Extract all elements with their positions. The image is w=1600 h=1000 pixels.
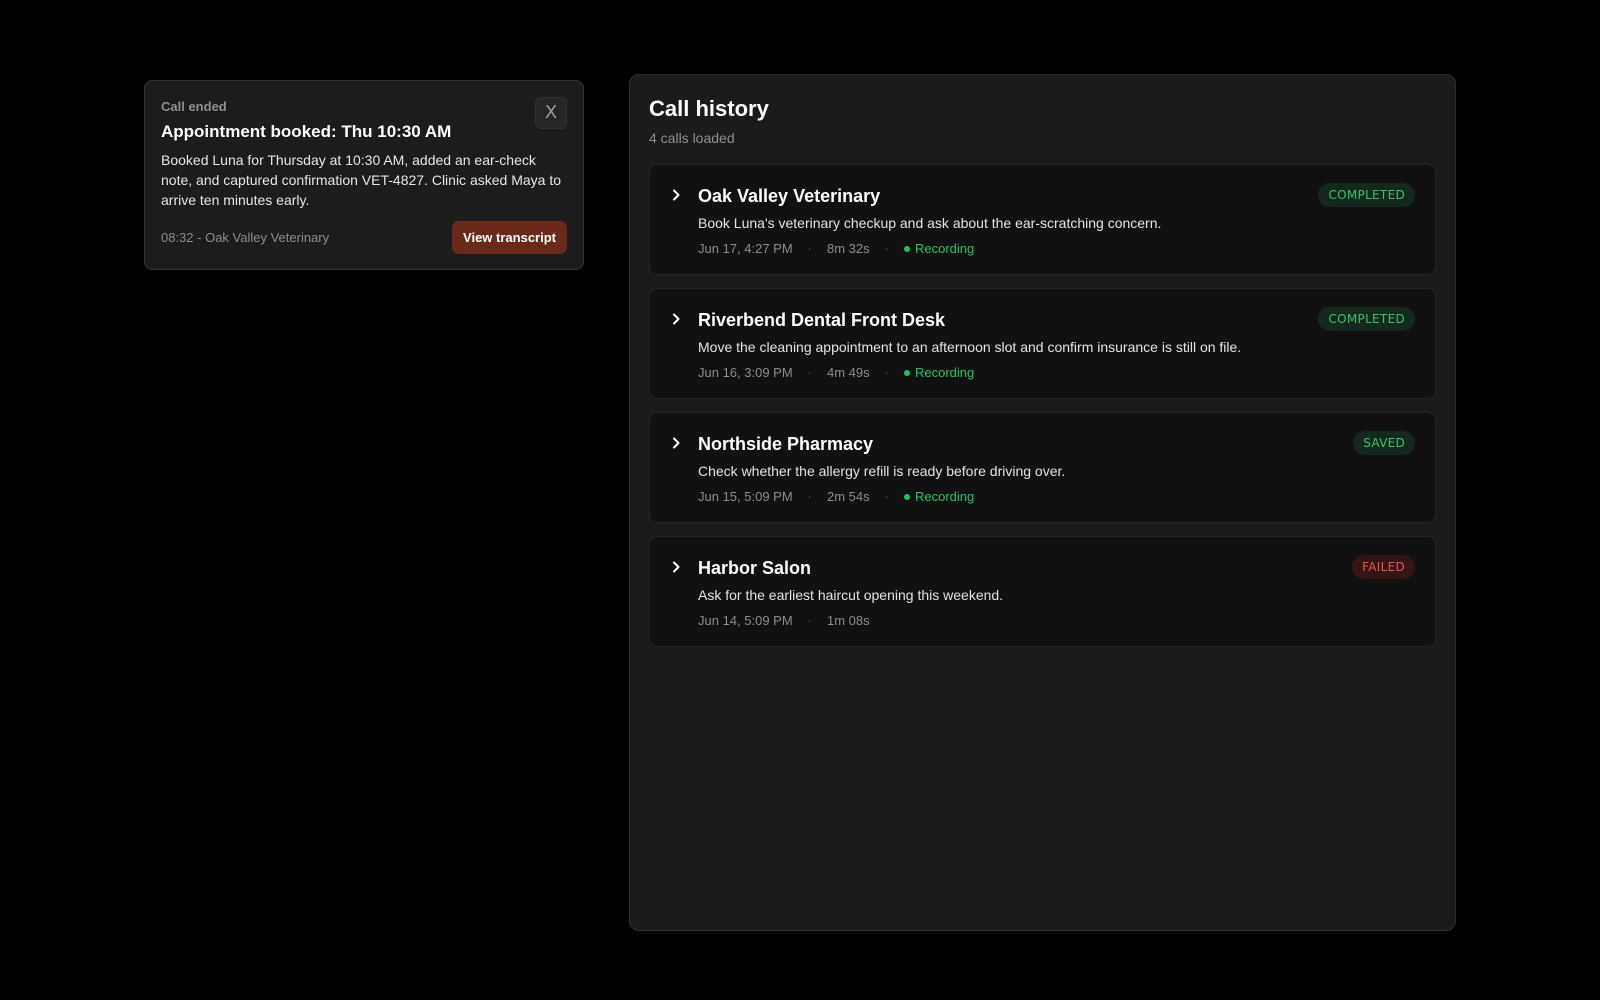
recording-link[interactable]: Recording: [904, 240, 974, 257]
notification-footer: 08:32 - Oak Valley Veterinary View trans…: [161, 221, 567, 254]
call-row-riverbend-dental[interactable]: Riverbend Dental Front Desk Move the cle…: [649, 288, 1436, 399]
call-timestamp: Jun 15, 5:09 PM: [698, 489, 793, 504]
close-icon[interactable]: X: [535, 97, 567, 129]
recording-label: Recording: [915, 365, 975, 380]
call-name: Riverbend Dental Front Desk: [698, 310, 946, 330]
status-badge: FAILED: [1352, 555, 1415, 579]
call-ended-notification: Call ended Appointment booked: Thu 10:30…: [144, 80, 584, 270]
call-name: Oak Valley Veterinary: [698, 186, 881, 206]
call-description: Move the cleaning appointment to an afte…: [698, 339, 1242, 355]
call-meta: Jun 16, 3:09 PM · 4m 49s · Recording: [698, 364, 1415, 381]
notification-title: Appointment booked: Thu 10:30 AM: [161, 122, 452, 141]
call-list: Oak Valley Veterinary Book Luna's veteri…: [649, 164, 1436, 647]
meta-separator: ·: [807, 613, 813, 628]
status-badge: COMPLETED: [1318, 183, 1415, 207]
chevron-right-icon[interactable]: [668, 311, 684, 327]
call-duration: 8m 32s: [827, 241, 870, 256]
calls-count: 4 calls loaded: [649, 130, 735, 146]
call-duration: 2m 54s: [827, 489, 870, 504]
recording-link[interactable]: Recording: [904, 488, 974, 505]
call-timestamp: Jun 16, 3:09 PM: [698, 365, 793, 380]
recording-dot-icon: [904, 245, 910, 252]
call-row-harbor-salon[interactable]: Harbor Salon Ask for the earliest haircu…: [649, 536, 1436, 647]
recording-link[interactable]: Recording: [904, 364, 974, 381]
recording-label: Recording: [915, 489, 975, 504]
meta-separator: ·: [884, 489, 889, 504]
recording-dot-icon: [904, 493, 910, 500]
view-transcript-button[interactable]: View transcript: [452, 221, 567, 254]
call-description: Book Luna's veterinary checkup and ask a…: [698, 215, 1162, 231]
status-badge: SAVED: [1353, 431, 1415, 455]
call-history-panel: Call history 4 calls loaded Oak Valley V…: [629, 74, 1456, 931]
call-name: Northside Pharmacy: [698, 434, 874, 454]
chevron-right-icon[interactable]: [668, 187, 684, 203]
recording-dot-icon: [904, 369, 910, 376]
notification-body: Booked Luna for Thursday at 10:30 AM, ad…: [161, 152, 561, 208]
recording-label: Recording: [915, 241, 975, 256]
chevron-right-icon[interactable]: [668, 559, 684, 575]
notification-meta: 08:32 - Oak Valley Veterinary: [161, 230, 330, 245]
meta-separator: ·: [807, 489, 813, 504]
call-description: Ask for the earliest haircut opening thi…: [698, 587, 1004, 603]
call-meta: Jun 15, 5:09 PM · 2m 54s · Recording: [698, 488, 1415, 505]
chevron-right-icon[interactable]: [668, 435, 684, 451]
meta-separator: ·: [884, 365, 889, 380]
meta-separator: ·: [807, 365, 813, 380]
call-timestamp: Jun 17, 4:27 PM: [698, 241, 793, 256]
call-timestamp: Jun 14, 5:09 PM: [698, 613, 793, 628]
call-name: Harbor Salon: [698, 558, 812, 578]
meta-separator: ·: [884, 241, 889, 256]
call-meta: Jun 14, 5:09 PM · 1m 08s: [698, 612, 1415, 629]
call-row-oak-valley-veterinary[interactable]: Oak Valley Veterinary Book Luna's veteri…: [649, 164, 1436, 275]
call-description: Check whether the allergy refill is read…: [698, 463, 1066, 479]
call-duration: 4m 49s: [827, 365, 870, 380]
status-badge: COMPLETED: [1318, 307, 1415, 331]
call-row-northside-pharmacy[interactable]: Northside Pharmacy Check whether the all…: [649, 412, 1436, 523]
page-title: Call history: [649, 96, 769, 121]
notification-eyebrow: Call ended: [161, 99, 227, 114]
call-meta: Jun 17, 4:27 PM · 8m 32s · Recording: [698, 240, 1415, 257]
meta-separator: ·: [807, 241, 813, 256]
call-duration: 1m 08s: [827, 613, 870, 628]
